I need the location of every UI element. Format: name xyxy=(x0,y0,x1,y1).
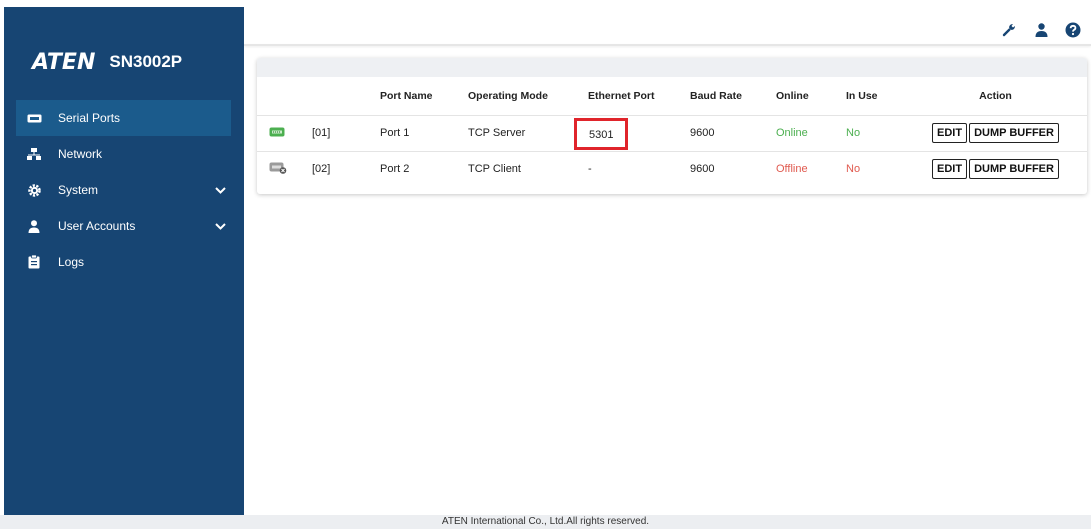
clipboard-icon xyxy=(26,254,42,270)
column-header-operating-mode: Operating Mode xyxy=(468,89,548,102)
sidebar-item-label: User Accounts xyxy=(58,219,136,233)
footer: ATEN International Co., Ltd.All rights r… xyxy=(0,515,1091,529)
table-header-row: Port Name Operating Mode Ethernet Port B… xyxy=(257,77,1087,115)
card-header-bar xyxy=(257,58,1087,77)
column-header-in-use: In Use xyxy=(846,89,878,102)
sidebar-item-system[interactable]: System xyxy=(16,172,231,208)
column-header-online: Online xyxy=(776,89,809,102)
port-name: Port 2 xyxy=(380,150,468,187)
sidebar-nav: Serial Ports Network System User Account… xyxy=(16,100,231,280)
sidebar-item-label: Serial Ports xyxy=(58,111,121,125)
dump-buffer-button[interactable]: DUMP BUFFER xyxy=(969,159,1059,180)
sidebar-item-network[interactable]: Network xyxy=(16,136,231,172)
serial-ports-card: Port Name Operating Mode Ethernet Port B… xyxy=(257,58,1087,194)
gear-icon xyxy=(26,182,42,198)
topbar-divider xyxy=(244,44,1091,46)
column-header-icon xyxy=(257,77,312,115)
sidebar-item-label: System xyxy=(58,183,99,197)
in-use-status: No xyxy=(846,150,904,187)
table-row: [01] Port 1 TCP Server 5301 9600 Online … xyxy=(257,114,1087,151)
column-header-id xyxy=(312,77,380,115)
device-model: SN3002P xyxy=(109,52,183,71)
sidebar-item-user-accounts[interactable]: User Accounts xyxy=(16,208,231,244)
sidebar-item-label: Logs xyxy=(58,255,85,269)
in-use-status: No xyxy=(846,114,904,151)
ethernet-port-highlighted: 5301 xyxy=(574,117,629,150)
online-status: Offline xyxy=(776,150,846,187)
serial-port-icon xyxy=(26,110,42,126)
column-header-baud-rate: Baud Rate xyxy=(690,89,742,102)
sidebar: ATEN SN3002P Serial Ports Network System… xyxy=(4,7,244,515)
network-icon xyxy=(26,146,42,162)
user-icon[interactable] xyxy=(1033,22,1049,38)
sidebar-item-logs[interactable]: Logs xyxy=(16,244,231,280)
topbar-icons xyxy=(985,22,1081,38)
port-name: Port 1 xyxy=(380,114,468,151)
sidebar-item-label: Network xyxy=(58,147,103,161)
aten-logo: ATEN xyxy=(32,49,96,75)
user-icon xyxy=(26,218,42,234)
edit-button[interactable]: EDIT xyxy=(932,159,968,180)
column-header-port-name: Port Name xyxy=(380,89,433,102)
column-header-ethernet-port: Ethernet Port xyxy=(588,89,655,102)
wrench-icon[interactable] xyxy=(1001,22,1017,38)
sidebar-item-serial-ports[interactable]: Serial Ports xyxy=(16,100,231,136)
port-id: [02] xyxy=(312,150,380,187)
baud-rate: 9600 xyxy=(690,114,776,151)
chevron-down-icon[interactable] xyxy=(209,186,231,194)
dump-buffer-button[interactable]: DUMP BUFFER xyxy=(969,123,1059,143)
serial-port-online-icon xyxy=(269,127,285,137)
ethernet-port: - xyxy=(588,150,690,187)
operating-mode: TCP Client xyxy=(468,150,588,187)
baud-rate: 9600 xyxy=(690,150,776,187)
brand: ATEN SN3002P xyxy=(32,47,182,77)
serial-port-offline-icon xyxy=(269,162,287,174)
port-id: [01] xyxy=(312,114,380,151)
column-header-action: Action xyxy=(979,89,1012,102)
chevron-down-icon[interactable] xyxy=(209,222,231,230)
help-icon[interactable] xyxy=(1065,22,1081,38)
edit-button[interactable]: EDIT xyxy=(932,123,968,143)
serial-ports-table: Port Name Operating Mode Ethernet Port B… xyxy=(257,77,1087,187)
operating-mode: TCP Server xyxy=(468,114,588,151)
online-status: Online xyxy=(776,114,846,151)
table-row: [02] Port 2 TCP Client - 9600 Offline No… xyxy=(257,150,1087,187)
